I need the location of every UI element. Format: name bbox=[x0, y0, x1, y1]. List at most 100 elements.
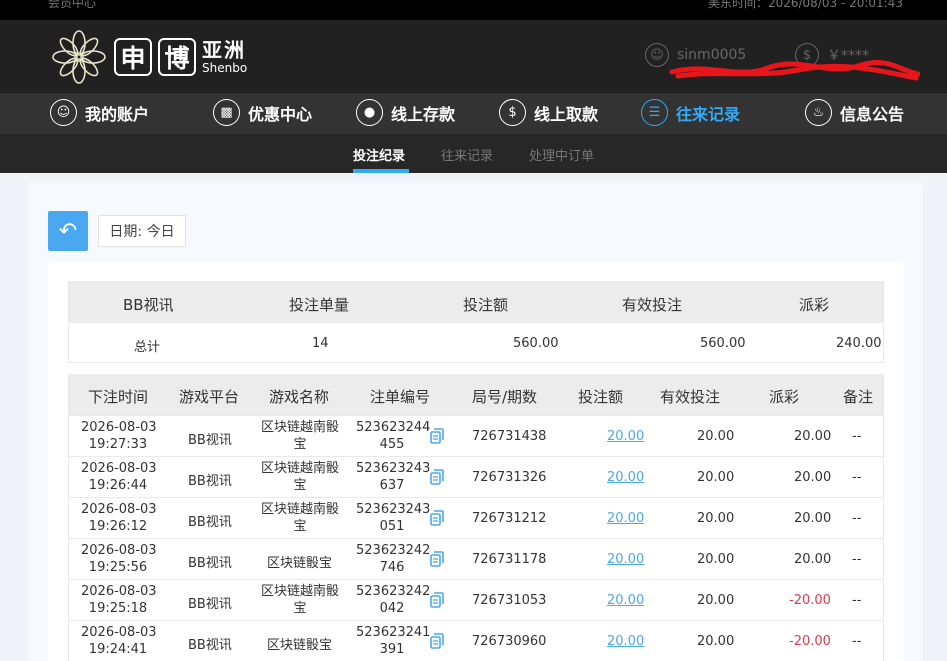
brand-logo[interactable]: 申 博 亚洲 Shenbo bbox=[50, 28, 247, 86]
platform: BB视讯 bbox=[188, 474, 232, 489]
detail-rows: 2026-08-03 19:27:33 BB视讯 区块链越南骰宝 523623244 45… bbox=[69, 415, 883, 661]
bet-time: 2026-08-03 19:26:12 bbox=[81, 501, 157, 535]
game-name-line: 区块链越南骰 bbox=[260, 420, 339, 435]
bet-amount-link[interactable]: 20.00 bbox=[607, 511, 644, 526]
date-filter[interactable]: 日期: 今日 bbox=[98, 215, 186, 247]
summary-total-label: 总计 bbox=[134, 340, 161, 355]
platform: BB视讯 bbox=[188, 597, 232, 612]
order-number-line: 391 bbox=[379, 642, 405, 657]
summary-header-cell: 有效投注 bbox=[622, 296, 683, 314]
logo-en: Shenbo bbox=[202, 61, 248, 75]
detail-header-cell: 游戏平台 bbox=[179, 388, 240, 406]
detail-header-cell: 投注额 bbox=[578, 388, 624, 406]
game-name: 区块链骰宝 bbox=[267, 556, 333, 571]
main-nav: ☺ 我的账户 ▩ 优惠中心 ● 线上存款 $ 线上取款 ☰ 往来记录 ♨ 信息公… bbox=[0, 93, 947, 134]
summary-header: BB视讯 投注单量 投注额 有效投注 派彩 bbox=[69, 282, 883, 322]
detail-header-cell: 备注 bbox=[843, 388, 874, 406]
copy-icon[interactable] bbox=[430, 633, 444, 649]
nav-records[interactable]: ☰ 往来记录 bbox=[641, 99, 740, 126]
bet-date: 2026-08-03 bbox=[81, 420, 157, 435]
order-number-line: 042 bbox=[379, 601, 405, 616]
top-bar: 会员中心 美东时间：2026/08/03 - 20:01:43 bbox=[0, 0, 947, 20]
order-number-line: 523623241 bbox=[356, 625, 431, 640]
valid-bet: 20.00 bbox=[697, 429, 735, 444]
note: -- bbox=[852, 429, 862, 444]
bet-amount-link[interactable]: 20.00 bbox=[607, 552, 644, 567]
copy-icon[interactable] bbox=[430, 428, 444, 444]
order-number-line: 455 bbox=[379, 437, 405, 452]
valid-bet: 20.00 bbox=[697, 552, 735, 567]
summary-header-cell: 投注额 bbox=[463, 296, 509, 314]
nav-label: 线上取款 bbox=[534, 104, 599, 124]
bet-date: 2026-08-03 bbox=[81, 461, 157, 476]
bet-clock: 19:26:44 bbox=[88, 478, 148, 493]
bet-clock: 19:25:18 bbox=[88, 601, 148, 616]
detail-header-cell: 游戏名称 bbox=[269, 388, 330, 406]
game-name-line: 宝 bbox=[293, 519, 307, 534]
copy-icon[interactable] bbox=[430, 510, 444, 526]
member-center-text: 会员中心 bbox=[48, 0, 97, 10]
table-row: 2026-08-03 19:26:12 BB视讯 区块链越南骰宝 523623243 05… bbox=[69, 497, 883, 538]
table-row: 2026-08-03 19:27:33 BB视讯 区块链越南骰宝 523623244 45… bbox=[69, 415, 883, 456]
summary-header-cell: 投注单量 bbox=[289, 296, 350, 314]
round-number: 726731053 bbox=[472, 593, 547, 608]
round-number: 726730960 bbox=[472, 634, 547, 649]
nav-withdraw[interactable]: $ 线上取款 bbox=[499, 99, 598, 126]
nav-deposit[interactable]: ● 线上存款 bbox=[356, 99, 455, 126]
payout: -20.00 bbox=[789, 593, 831, 608]
detail-table: 下注时间 游戏平台 游戏名称 注单编号 局号/期数 投注额 有效投注 派彩 备注… bbox=[68, 374, 884, 661]
bet-clock: 19:24:41 bbox=[88, 642, 148, 657]
bet-time: 2026-08-03 19:25:18 bbox=[81, 583, 157, 617]
tab-transaction-records[interactable]: 往来记录 bbox=[441, 145, 493, 164]
copy-icon[interactable] bbox=[430, 592, 444, 608]
game-name-line: 区块链越南骰 bbox=[260, 502, 339, 517]
summary-header-cell: 派彩 bbox=[799, 296, 830, 314]
platform: BB视讯 bbox=[188, 556, 232, 571]
note: -- bbox=[852, 552, 862, 567]
payout: -20.00 bbox=[789, 634, 831, 649]
bet-time: 2026-08-03 19:25:56 bbox=[81, 542, 157, 576]
payout: 20.00 bbox=[794, 552, 832, 567]
summary-bet-count: 14 bbox=[312, 336, 329, 351]
dollar-icon: $ bbox=[795, 43, 819, 67]
copy-icon[interactable] bbox=[430, 551, 444, 567]
note: -- bbox=[852, 511, 862, 526]
sub-nav: 投注纪录 往来记录 处理中订单 bbox=[0, 134, 947, 173]
eastern-time-text: 美东时间：2026/08/03 - 20:01:43 bbox=[707, 0, 903, 10]
order-number-line: 523623243 bbox=[356, 502, 431, 517]
payout: 20.00 bbox=[794, 511, 832, 526]
bet-time: 2026-08-03 19:26:44 bbox=[81, 460, 157, 494]
logo-char-1: 申 bbox=[114, 38, 152, 76]
order-number: 523623242 746 bbox=[356, 542, 430, 576]
detail-header-cell: 局号/期数 bbox=[472, 388, 538, 406]
nav-my-account[interactable]: ☺ 我的账户 bbox=[50, 99, 149, 126]
username[interactable]: sinm0005 bbox=[677, 47, 767, 63]
bet-amount-link[interactable]: 20.00 bbox=[607, 470, 644, 485]
user-icon: ☺ bbox=[645, 43, 669, 67]
nav-label: 优惠中心 bbox=[248, 104, 313, 124]
detail-header: 下注时间 游戏平台 游戏名称 注单编号 局号/期数 投注额 有效投注 派彩 备注 bbox=[69, 375, 883, 415]
nav-promotions[interactable]: ▩ 优惠中心 bbox=[213, 99, 312, 126]
payout: 20.00 bbox=[794, 470, 832, 485]
bet-amount-link[interactable]: 20.00 bbox=[607, 593, 644, 608]
bet-amount-link[interactable]: 20.00 bbox=[607, 429, 644, 444]
platform: BB视讯 bbox=[188, 638, 232, 653]
summary-payout: 240.00 bbox=[836, 336, 882, 351]
order-number-line: 523623243 bbox=[356, 461, 431, 476]
records-icon: ☰ bbox=[641, 99, 668, 126]
tab-pending-orders[interactable]: 处理中订单 bbox=[529, 145, 594, 164]
summary-row: 总计 14 560.00 560.00 240.00 bbox=[69, 322, 883, 362]
table-row: 2026-08-03 19:26:44 BB视讯 区块链越南骰宝 523623243 63… bbox=[69, 456, 883, 497]
summary-header-cell: BB视讯 bbox=[123, 296, 174, 314]
game-name-line: 区块链越南骰 bbox=[260, 584, 339, 599]
nav-label: 线上存款 bbox=[391, 104, 456, 124]
copy-icon[interactable] bbox=[430, 469, 444, 485]
user-area: ☺ sinm0005 $ ￥**** bbox=[645, 43, 869, 67]
order-number: 523623243 051 bbox=[356, 501, 431, 535]
withdraw-icon: $ bbox=[499, 99, 526, 126]
bet-amount-link[interactable]: 20.00 bbox=[607, 634, 644, 649]
game-name-line: 宝 bbox=[293, 478, 307, 493]
nav-announcements[interactable]: ♨ 信息公告 bbox=[805, 99, 904, 126]
tab-bet-records[interactable]: 投注纪录 bbox=[353, 145, 405, 164]
back-button[interactable]: ↶ bbox=[48, 211, 88, 251]
